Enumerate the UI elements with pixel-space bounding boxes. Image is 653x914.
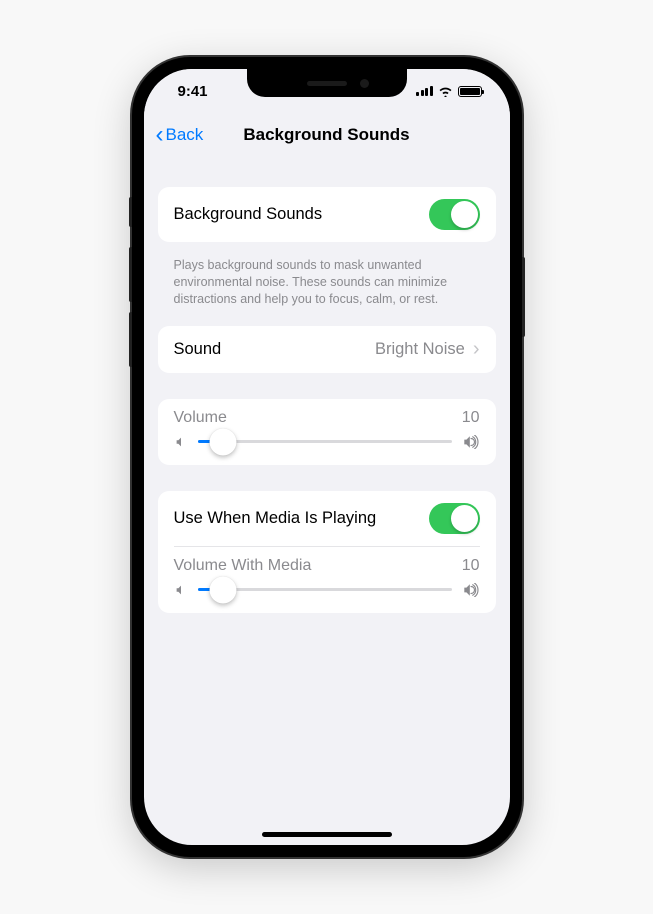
volume-slider[interactable]	[198, 440, 452, 443]
volume-with-media-label: Volume With Media	[174, 557, 312, 575]
battery-icon	[458, 86, 482, 97]
volume-value: 10	[462, 409, 480, 427]
sound-row[interactable]: Sound Bright Noise ›	[158, 326, 496, 373]
home-indicator[interactable]	[262, 832, 392, 837]
back-button[interactable]: ‹ Back	[156, 123, 204, 147]
sound-value: Bright Noise	[375, 340, 465, 359]
chevron-right-icon: ›	[473, 338, 480, 361]
use-when-media-label: Use When Media Is Playing	[174, 509, 377, 528]
background-sounds-label: Background Sounds	[174, 205, 323, 224]
background-sounds-description: Plays background sounds to mask unwanted…	[158, 250, 496, 326]
speaker-low-icon	[174, 435, 188, 449]
volume-with-media-slider[interactable]	[198, 588, 452, 591]
volume-with-media-value: 10	[462, 557, 480, 575]
cellular-signal-icon	[416, 86, 433, 96]
navigation-bar: ‹ Back Background Sounds	[144, 113, 510, 157]
wifi-icon	[438, 86, 453, 97]
volume-label: Volume	[174, 409, 227, 427]
background-sounds-toggle-row: Background Sounds	[158, 187, 496, 242]
background-sounds-card: Background Sounds	[158, 187, 496, 242]
use-when-media-row: Use When Media Is Playing	[158, 491, 496, 546]
speaker-high-icon	[462, 435, 480, 449]
status-time: 9:41	[178, 83, 208, 100]
speaker-low-icon	[174, 583, 188, 597]
sound-label: Sound	[174, 340, 222, 359]
screen: 9:41 ‹ Back Background Sounds	[144, 69, 510, 845]
phone-frame: 9:41 ‹ Back Background Sounds	[132, 57, 522, 857]
speaker-high-icon	[462, 583, 480, 597]
background-sounds-toggle[interactable]	[429, 199, 480, 230]
media-card: Use When Media Is Playing Volume With Me…	[158, 491, 496, 613]
use-when-media-toggle[interactable]	[429, 503, 480, 534]
notch	[247, 69, 407, 97]
back-label: Back	[166, 125, 204, 145]
volume-card: Volume 10	[158, 399, 496, 465]
chevron-back-icon: ‹	[156, 123, 164, 147]
sound-card: Sound Bright Noise ›	[158, 326, 496, 373]
